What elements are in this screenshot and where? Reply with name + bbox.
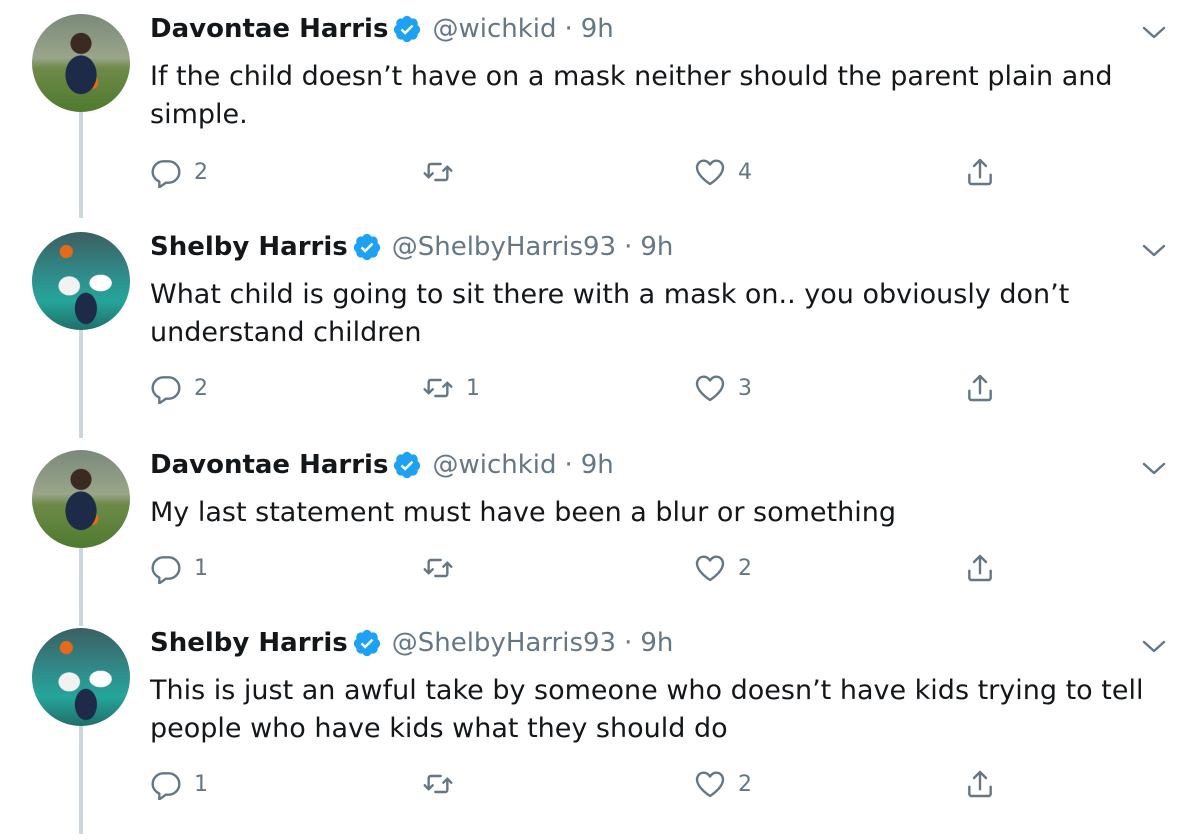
heart-icon — [694, 156, 726, 188]
chevron-down-icon[interactable] — [1140, 458, 1168, 478]
tweet-text: What child is going to sit there with a … — [150, 279, 1070, 348]
share-icon — [964, 372, 996, 404]
verified-badge-icon — [352, 232, 382, 262]
tweet-text: My last statement must have been a blur … — [150, 497, 896, 528]
avatar[interactable] — [32, 14, 130, 112]
like-button[interactable]: 3 — [694, 372, 752, 404]
tweet-actions: 1 2 — [0, 552, 1200, 592]
share-icon — [964, 156, 996, 188]
like-button[interactable]: 4 — [694, 156, 752, 188]
verified-badge-icon — [392, 14, 422, 44]
like-button[interactable]: 2 — [694, 768, 752, 800]
reply-button[interactable]: 1 — [150, 768, 208, 800]
verified-badge-icon — [352, 628, 382, 658]
chevron-down-icon[interactable] — [1140, 240, 1168, 260]
tweet-header: Davontae Harris @wichkid · 9h — [150, 450, 614, 480]
verified-badge-icon — [392, 450, 422, 480]
chevron-down-icon[interactable] — [1140, 636, 1168, 656]
retweet-icon — [422, 156, 454, 188]
share-icon — [964, 552, 996, 584]
reply-icon — [150, 552, 182, 584]
display-name[interactable]: Davontae Harris — [150, 14, 388, 44]
tweet-actions: 2 1 3 — [0, 372, 1200, 412]
tweet-actions: 1 2 — [0, 768, 1200, 808]
username[interactable]: @wichkid — [432, 14, 556, 44]
reply-button[interactable]: 1 — [150, 552, 208, 584]
separator-dot: · — [624, 628, 633, 658]
tweet[interactable]: Davontae Harris @wichkid · 9h If the chi… — [0, 0, 1200, 218]
reply-count: 2 — [194, 159, 208, 185]
share-icon — [964, 768, 996, 800]
username[interactable]: @ShelbyHarris93 — [392, 232, 616, 262]
avatar[interactable] — [32, 628, 130, 726]
chevron-down-icon[interactable] — [1140, 22, 1168, 42]
share-button[interactable] — [964, 552, 996, 584]
tweet-text: This is just an awful take by someone wh… — [150, 675, 1144, 744]
like-button[interactable]: 2 — [694, 552, 752, 584]
timestamp[interactable]: 9h — [581, 14, 614, 44]
retweet-icon — [422, 372, 454, 404]
reply-count: 1 — [194, 771, 208, 797]
avatar[interactable] — [32, 232, 130, 330]
reply-icon — [150, 768, 182, 800]
retweet-button[interactable] — [422, 768, 466, 800]
username[interactable]: @ShelbyHarris93 — [392, 628, 616, 658]
display-name[interactable]: Shelby Harris — [150, 628, 348, 658]
reply-icon — [150, 156, 182, 188]
reply-button[interactable]: 2 — [150, 372, 208, 404]
retweet-count: 1 — [466, 375, 480, 401]
tweet-header: Shelby Harris @ShelbyHarris93 · 9h — [150, 628, 673, 658]
heart-icon — [694, 372, 726, 404]
like-count: 4 — [738, 159, 752, 185]
timestamp[interactable]: 9h — [640, 628, 673, 658]
separator-dot: · — [624, 232, 633, 262]
display-name[interactable]: Davontae Harris — [150, 450, 388, 480]
tweet-text: If the child doesn’t have on a mask neit… — [150, 61, 1113, 130]
heart-icon — [694, 768, 726, 800]
tweet[interactable]: Shelby Harris @ShelbyHarris93 · 9h This … — [0, 614, 1200, 840]
timestamp[interactable]: 9h — [581, 450, 614, 480]
separator-dot: · — [564, 450, 573, 480]
like-count: 2 — [738, 555, 752, 581]
reply-count: 1 — [194, 555, 208, 581]
reply-count: 2 — [194, 375, 208, 401]
reply-button[interactable]: 2 — [150, 156, 208, 188]
timestamp[interactable]: 9h — [640, 232, 673, 262]
retweet-button[interactable] — [422, 156, 466, 188]
retweet-button[interactable]: 1 — [422, 372, 480, 404]
share-button[interactable] — [964, 768, 996, 800]
heart-icon — [694, 552, 726, 584]
tweet-header: Davontae Harris @wichkid · 9h — [150, 14, 614, 44]
retweet-icon — [422, 552, 454, 584]
tweet[interactable]: Shelby Harris @ShelbyHarris93 · 9h What … — [0, 218, 1200, 436]
username[interactable]: @wichkid — [432, 450, 556, 480]
retweet-button[interactable] — [422, 552, 466, 584]
tweet-actions: 2 4 — [0, 156, 1200, 196]
like-count: 3 — [738, 375, 752, 401]
retweet-icon — [422, 768, 454, 800]
like-count: 2 — [738, 771, 752, 797]
separator-dot: · — [564, 14, 573, 44]
avatar[interactable] — [32, 450, 130, 548]
tweet[interactable]: Davontae Harris @wichkid · 9h My last st… — [0, 436, 1200, 616]
share-button[interactable] — [964, 372, 996, 404]
share-button[interactable] — [964, 156, 996, 188]
tweet-header: Shelby Harris @ShelbyHarris93 · 9h — [150, 232, 673, 262]
reply-icon — [150, 372, 182, 404]
display-name[interactable]: Shelby Harris — [150, 232, 348, 262]
